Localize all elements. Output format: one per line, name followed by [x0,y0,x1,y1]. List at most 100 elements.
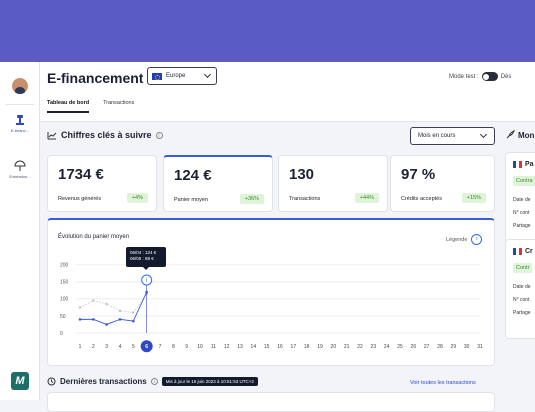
x-tick-label: 20 [331,344,337,350]
top-banner [0,0,535,62]
kpi-label: Transactions [289,196,321,202]
chevron-down-icon [203,70,212,79]
data-point [92,299,95,302]
kpi-value: 1734 € [58,166,104,183]
contract-line: Partage [513,223,531,229]
x-tick-label: 12 [224,344,230,350]
series-line [80,291,148,325]
x-tick-label: 4 [119,344,122,350]
test-mode-state: Dés [500,73,512,80]
x-tick-label: 5 [132,344,135,350]
see-all-transactions-link[interactable]: Voir toutes les transactions [410,380,476,386]
x-tick-label: 1 [79,344,82,350]
region-select[interactable]: Europe [147,67,217,85]
contract-line: N° cont [513,210,530,216]
gavel-icon [16,115,24,125]
sidebar-item-extension[interactable]: Extension... [0,160,40,179]
line-chart: 0501001502001 2 3 4 5 6 7 8 9 10 11 12 13 14 15 16 17 18 1… [60,263,483,353]
period-select[interactable]: Mois en cours [410,127,495,145]
tab-transactions[interactable]: Transactions [103,100,134,113]
x-tick-label: 3 [105,344,108,350]
period-select-value: Mois en cours [418,133,456,139]
info-icon[interactable]: i [150,378,158,385]
fr-flag-icon [513,248,522,255]
tooltip-line: 06/05 : 88 € [130,256,154,261]
transactions-card [47,392,495,412]
x-tick-label: 22 [357,344,363,350]
kpi-change-badge: +15% [461,193,486,203]
contract-card[interactable]: Pa Contra Date de N° cont Partage [505,152,535,252]
y-tick-label: 100 [60,297,69,303]
updated-tooltip: Mis à jour le 16 juin 2023 à 10:51:53 UT… [161,377,258,386]
info-icon-glyph: i [146,278,147,284]
y-tick-label: 50 [60,314,66,320]
info-icon[interactable]: i [155,131,163,139]
contract-card[interactable]: Cr Contr Date de N° cont Partage [505,239,535,339]
brand-logo[interactable]: M [11,372,29,390]
contract-title: Pa [513,161,534,168]
x-tick-label: 11 [211,344,216,350]
x-tick-label: 15 [264,344,270,350]
kpi-card-average-basket[interactable]: 124 € Panier moyen +36% [163,155,273,212]
fr-flag-icon [513,161,522,168]
x-tick-label: 13 [237,344,243,350]
kpi-change-badge: +36% [239,194,264,204]
kpi-card-credits-accepted[interactable]: 97 % Crédits acceptés +15% [390,155,495,212]
x-tick-label: 17 [291,344,297,350]
kpi-value: 124 € [174,167,212,184]
x-tick-label: 19 [317,344,323,350]
kpi-label: Crédits acceptés [401,196,442,202]
contract-line: Date de [513,284,531,290]
series-line [79,293,148,314]
contract-title-text: Cr [525,248,533,255]
sidebar-item-e-financement[interactable]: E-financ... [0,114,40,133]
x-tick-label: 28 [437,344,443,350]
data-point [105,323,108,326]
test-mode-toggle[interactable] [481,72,498,81]
key-figures-title: Chiffres clés à suivre [61,130,152,140]
x-tick-label: 27 [424,344,430,350]
x-tick-label: 23 [371,344,377,350]
transactions-heading: Dernières transactions i Mis à jour le 1… [47,377,258,386]
chart-tooltip: 06/04 : 124 € 06/05 : 88 € [126,247,166,270]
x-tick-label: 6 [145,344,148,350]
data-point [78,306,82,309]
history-icon [47,377,56,386]
x-tick-label: 26 [411,344,417,350]
contract-line: Partage [513,310,531,316]
kpi-card-revenue[interactable]: 1734 € Revenus générés +4% [47,155,157,212]
data-point [118,318,122,321]
kpi-change-badge: +44% [354,193,379,203]
x-tick-label: 25 [397,344,403,350]
kpi-card-transactions[interactable]: 130 Transactions +44% [278,155,388,212]
region-select-value: Europe [166,73,186,79]
x-tick-label: 9 [185,344,188,350]
y-tick-label: 0 [60,331,63,337]
x-tick-label: 29 [451,344,457,350]
right-panel: Mon Pa Contra Date de N° cont Partage Cr… [505,127,535,357]
test-mode: Mode test : Dés [449,72,511,81]
contract-status-badge: Contr [513,263,533,273]
kpi-label: Revenus générés [58,196,102,202]
contract-status-badge: Contra [513,176,535,186]
sidebar-item-label: Extension... [9,174,31,179]
x-tick-label: 7 [159,344,162,350]
x-tick-label: 31 [477,344,483,350]
contract-title: Cr [513,248,533,255]
x-tick-label: 18 [304,344,310,350]
user-avatar[interactable] [12,78,28,94]
y-tick-label: 200 [60,263,69,269]
key-figures-heading: Chiffres clés à suivre i [47,130,163,140]
x-tick-label: 21 [344,344,350,350]
page-header: E-financement Europe Mode test : Dés Tab… [40,62,535,122]
x-tick-label: 2 [92,344,95,350]
kpi-change-badge: +4% [126,193,148,203]
data-point [132,311,135,314]
chart-icon [47,131,57,139]
tab-tableau-de-bord[interactable]: Tableau de bord [47,100,90,113]
sidebar-item-label: E-financ... [10,128,29,133]
test-mode-label: Mode test : [449,73,479,80]
right-panel-title: Mon [518,130,535,140]
umbrella-icon [14,160,26,171]
kpi-label: Panier moyen [174,197,208,203]
